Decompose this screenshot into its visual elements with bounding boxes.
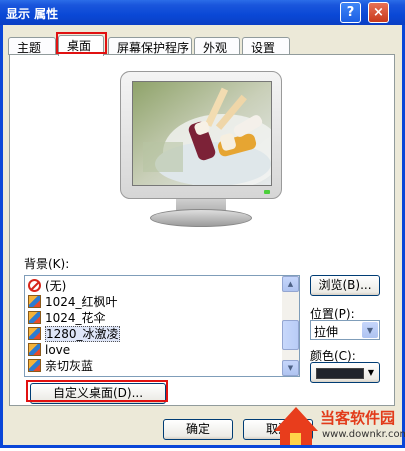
help-button[interactable]: ? [340,2,361,23]
close-button[interactable]: × [368,2,389,23]
scroll-thumb[interactable] [282,320,299,350]
list-item[interactable]: 亲切灰蓝 [27,358,93,374]
watermark-name: 当客软件园 [320,409,396,427]
tab-settings[interactable]: 设置 [242,37,290,55]
list-scrollbar[interactable]: ▲ ▼ [282,276,299,376]
browse-button[interactable]: 浏览(B)... [310,275,380,296]
list-item[interactable]: (无) [27,278,66,294]
background-label: 背景(K): [24,257,70,271]
image-file-icon [28,327,41,340]
list-item[interactable]: love [27,342,70,358]
desktop-tab-panel: 背景(K): (无) 1024_红枫叶 1024_花伞 1280_冰激凌 lov… [9,54,395,406]
color-picker-button[interactable]: ▼ [310,362,380,383]
list-item-label: 1024_花伞 [45,311,106,325]
color-swatch [316,368,364,379]
title-bar[interactable]: 显示 属性 ? × [0,0,405,25]
tab-label: 外观 [203,41,228,55]
list-item-label: love [45,343,71,357]
position-value: 拉伸 [314,325,339,339]
dialog-client: 主题 桌面 屏幕保护程序 外观 设置 背景(K): (无) 1024_红枫叶 1… [3,25,402,445]
list-item-label: (无) [45,279,67,293]
tab-screensaver[interactable]: 屏幕保护程序 [108,37,192,55]
monitor-stand [150,209,252,227]
background-list[interactable]: (无) 1024_红枫叶 1024_花伞 1280_冰激凌 love 亲切灰蓝 … [24,275,300,377]
list-item-label: 亲切灰蓝 [45,359,94,373]
tab-appearance[interactable]: 外观 [194,37,240,55]
image-file-icon [28,359,41,372]
desktop-tab-highlight [56,32,107,54]
scroll-down-button[interactable]: ▼ [282,360,299,376]
dropdown-arrow-icon: ▼ [367,368,374,377]
watermark-url: www.downkr.com [322,429,405,440]
tab-label: 设置 [251,41,276,55]
ok-button[interactable]: 确定 [163,419,233,440]
display-properties-window: 显示 属性 ? × 主题 桌面 屏幕保护程序 外观 设置 背景(K): (无) … [0,0,405,448]
help-icon: ? [346,5,355,20]
list-item-label: 1024_红枫叶 [45,295,118,309]
image-file-icon [28,311,41,324]
image-file-icon [28,343,41,356]
downkr-watermark: 当客软件园 www.downkr.com [270,393,405,448]
tab-label: 屏幕保护程序 [117,41,190,55]
list-item-label: 1280_冰激凌 [45,326,120,342]
customize-button-highlight [26,380,168,402]
dropdown-arrow-icon: ▼ [362,322,378,338]
window-title: 显示 属性 [6,7,59,21]
position-select[interactable]: 拉伸 ▼ [310,320,380,340]
arrow-down-icon: ▼ [287,364,294,372]
list-item-selected[interactable]: 1280_冰激凌 [27,326,120,342]
scroll-up-button[interactable]: ▲ [282,276,299,292]
tab-label: 主题 [17,41,42,55]
close-icon: × [373,5,384,20]
ice-cream-wallpaper-image [133,82,271,185]
list-item[interactable]: 1024_花伞 [27,310,106,326]
wallpaper-preview [132,81,272,186]
image-file-icon [28,295,41,308]
none-icon [28,279,41,292]
power-led [264,190,270,194]
arrow-up-icon: ▲ [287,280,294,288]
monitor-body [120,71,282,199]
list-item[interactable]: 1024_红枫叶 [27,294,118,310]
tab-themes[interactable]: 主题 [8,37,56,55]
monitor-preview [120,71,282,229]
